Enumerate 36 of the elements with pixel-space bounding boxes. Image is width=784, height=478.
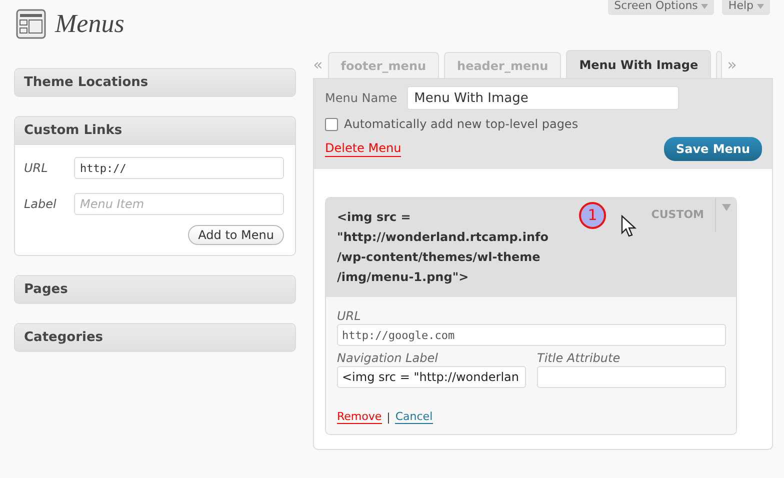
caret-icon: [757, 4, 764, 9]
panel-header[interactable]: Pages: [15, 276, 295, 303]
menu-tab[interactable]: Menu With Image: [566, 50, 712, 78]
cancel-link[interactable]: Cancel: [395, 410, 433, 424]
menu-item-title: <img src = "http://wonderland.rtcamp.info /wp-content/themes/wl-theme /img/menu-1.png">: [337, 209, 548, 286]
separator: |: [386, 410, 390, 424]
caret-icon: [722, 204, 730, 211]
help-button[interactable]: Help: [722, 0, 770, 15]
panel-header[interactable]: Categories: [15, 324, 295, 351]
field-label: Label: [24, 197, 58, 211]
panel-header[interactable]: Custom Links: [15, 117, 295, 144]
panel-header[interactable]: Theme Locations: [15, 69, 295, 96]
menu-name-field[interactable]: Menu With Image: [407, 86, 680, 110]
checkbox-label: Automatically add new top-level pages: [344, 117, 578, 131]
pointer-icon: [621, 215, 637, 239]
checkbox[interactable]: [325, 118, 338, 130]
url-field[interactable]: http://google.com: [337, 324, 726, 346]
input-field[interactable]: Menu Item: [74, 193, 284, 215]
field-label: URL: [337, 309, 362, 323]
item-type-label: CUSTOM: [651, 208, 704, 221]
navigation-label-field[interactable]: <img src = "http://wonderlan: [337, 366, 526, 388]
field-label: Navigation Label: [337, 351, 439, 365]
number-badge: 1: [579, 202, 606, 229]
input-field[interactable]: http://: [74, 157, 284, 179]
save-menu-button[interactable]: Save Menu: [664, 137, 762, 161]
field-label: Menu Name: [325, 91, 398, 105]
caret-icon: [701, 4, 708, 9]
screen-options-button[interactable]: Screen Options: [608, 0, 714, 15]
menus-icon: [16, 9, 46, 39]
title-attribute-field[interactable]: [537, 366, 726, 388]
field-label: Title Attribute: [537, 351, 622, 365]
page-title: Menus: [55, 9, 124, 39]
remove-link[interactable]: Remove: [337, 410, 382, 424]
field-label: URL: [24, 161, 49, 175]
menu-tab[interactable]: [716, 51, 722, 78]
add-to-menu-button[interactable]: Add to Menu: [188, 225, 284, 245]
